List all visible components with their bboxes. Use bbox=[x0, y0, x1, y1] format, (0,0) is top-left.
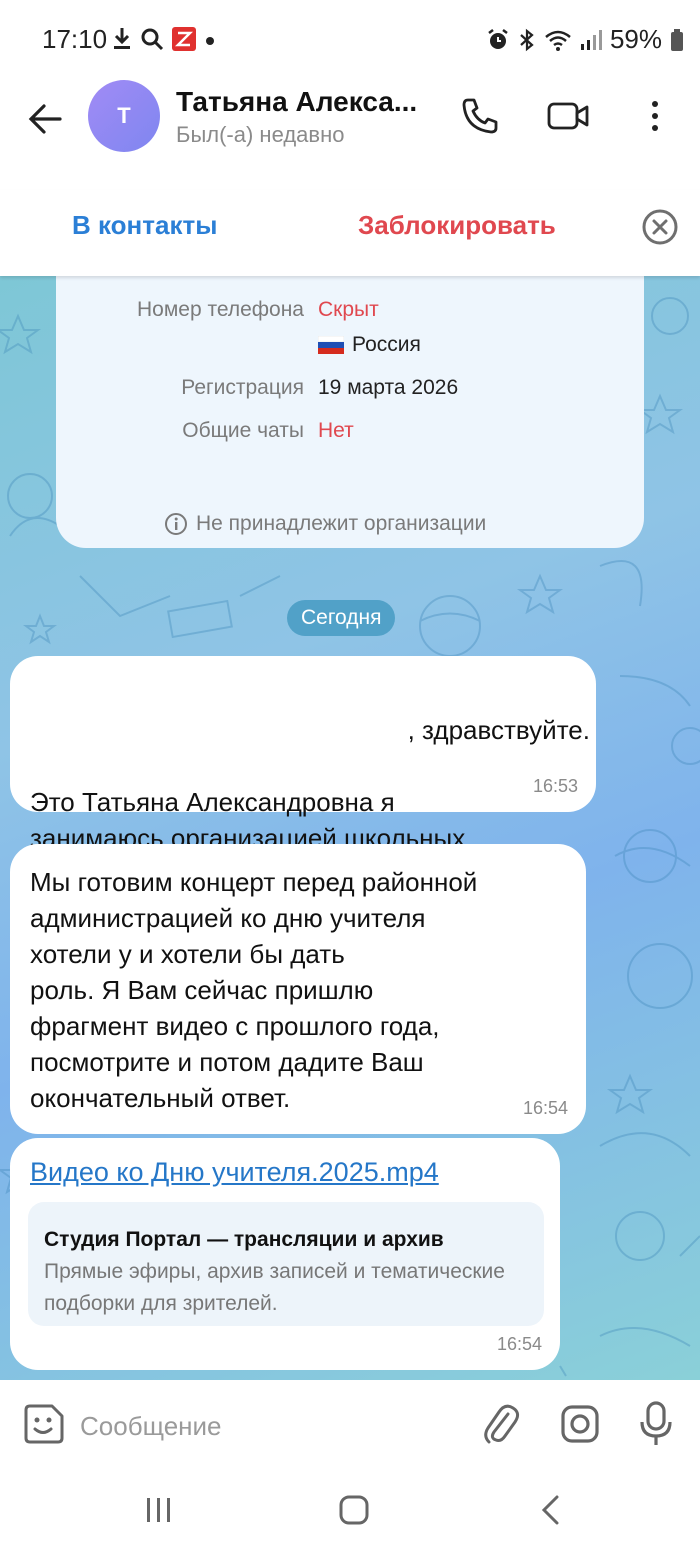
battery-icon bbox=[671, 28, 683, 51]
message-greeting: , здравствуйте. bbox=[407, 715, 590, 745]
sticker-emoji-icon[interactable] bbox=[22, 1402, 66, 1446]
contact-name[interactable]: Татьяна Алекса... bbox=[176, 86, 417, 118]
profile-info-card: Номер телефона Скрыт Россия Регистрация … bbox=[56, 276, 644, 548]
common-chats-value: Нет bbox=[318, 419, 354, 442]
registration-value: 19 марта 2026 bbox=[318, 376, 459, 399]
battery-percent: 59% bbox=[609, 24, 662, 54]
link-preview-title: Студия Портал — трансляции и архив bbox=[44, 1228, 444, 1251]
message-input-bar bbox=[0, 1380, 700, 1470]
common-chats-label: Общие чаты bbox=[182, 419, 304, 442]
bluetooth-icon bbox=[520, 28, 534, 51]
link-preview[interactable]: Студия Портал — трансляции и архив Прямы… bbox=[28, 1202, 544, 1326]
russia-flag-icon bbox=[318, 336, 344, 354]
nav-back-icon[interactable] bbox=[538, 1494, 562, 1526]
microphone-icon[interactable] bbox=[638, 1400, 674, 1448]
signal-icon bbox=[580, 29, 602, 50]
status-right-icons: 59% bbox=[486, 24, 684, 55]
action-row: В контакты Заблокировать bbox=[0, 190, 700, 276]
message-bubble[interactable]: Мы готовим концерт перед районной админи… bbox=[10, 844, 586, 1134]
more-options-icon[interactable] bbox=[640, 96, 670, 136]
organization-note: Не принадлежит организации bbox=[164, 512, 486, 536]
message-bubble[interactable]: Видео ко Дню учителя.2025.mp4 Студия Пор… bbox=[10, 1138, 560, 1370]
block-button[interactable]: Заблокировать bbox=[358, 210, 556, 241]
chat-header: Т Татьяна Алекса... Был(-а) недавно bbox=[0, 78, 700, 190]
search-icon bbox=[141, 28, 164, 51]
system-nav-bar bbox=[0, 1470, 700, 1556]
video-call-icon[interactable] bbox=[546, 96, 590, 136]
date-chip: Сегодня bbox=[287, 600, 396, 636]
message-time: 16:54 bbox=[522, 1098, 568, 1118]
message-input[interactable] bbox=[80, 1404, 450, 1448]
dot-icon bbox=[206, 37, 214, 45]
add-to-contacts-button[interactable]: В контакты bbox=[72, 210, 217, 241]
phone-icon[interactable] bbox=[460, 96, 500, 136]
phone-value: Скрыт bbox=[318, 298, 379, 321]
avatar[interactable]: Т bbox=[88, 80, 160, 152]
recent-apps-icon[interactable] bbox=[144, 1496, 174, 1524]
camera-icon[interactable] bbox=[560, 1404, 600, 1444]
message-text: Мы готовим концерт перед районной админи… bbox=[30, 867, 478, 1113]
info-icon bbox=[165, 513, 187, 535]
link-preview-description: Прямые эфиры, архив записей и тематическ… bbox=[44, 1260, 505, 1315]
app-z-icon bbox=[172, 27, 196, 51]
message-bubble[interactable]: , здравствуйте. Это Татьяна Александровн… bbox=[10, 656, 596, 889]
status-left-icons bbox=[112, 26, 216, 52]
organization-note-text: Не принадлежит организации bbox=[196, 512, 487, 535]
chat-area[interactable]: Номер телефона Скрыт Россия Регистрация … bbox=[0, 276, 700, 1380]
download-icon bbox=[114, 28, 130, 49]
status-bar: 17:10 59% bbox=[0, 0, 700, 78]
country-row: Россия bbox=[318, 333, 421, 357]
wifi-icon bbox=[545, 30, 571, 51]
video-link[interactable]: Видео ко Дню учителя.2025.mp4 bbox=[30, 1154, 439, 1190]
status-time: 17:10 bbox=[42, 24, 108, 54]
country-value: Россия bbox=[352, 333, 421, 356]
contact-status: Был(-а) недавно bbox=[176, 122, 345, 147]
message-time: 16:53 bbox=[532, 776, 578, 796]
close-icon[interactable] bbox=[641, 208, 679, 246]
back-arrow-icon[interactable] bbox=[24, 98, 66, 140]
registration-label: Регистрация bbox=[181, 376, 304, 399]
attachment-icon[interactable] bbox=[480, 1402, 520, 1448]
phone-label: Номер телефона bbox=[136, 298, 304, 321]
message-time: 16:54 bbox=[496, 1334, 542, 1354]
home-icon[interactable] bbox=[338, 1494, 370, 1526]
alarm-icon bbox=[488, 28, 508, 49]
